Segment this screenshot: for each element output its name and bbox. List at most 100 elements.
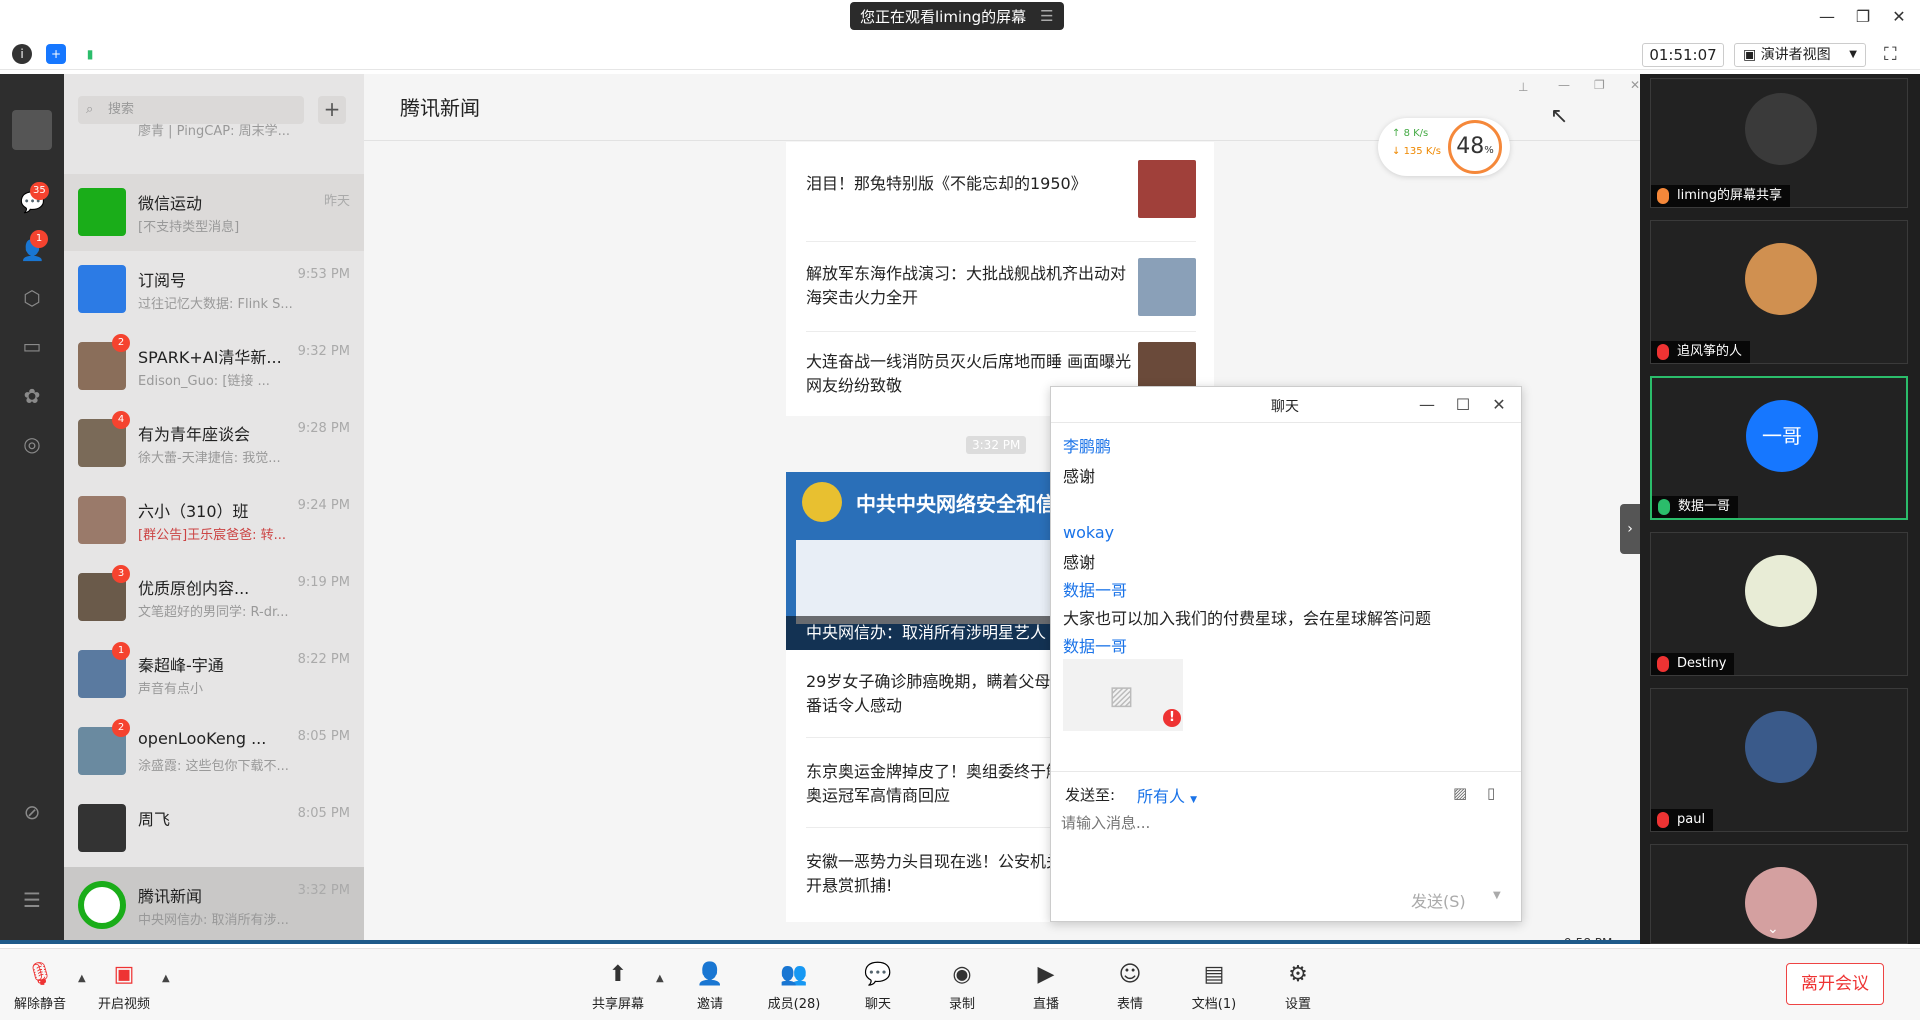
contacts-icon[interactable]: 👤 1 bbox=[20, 230, 48, 262]
avatar bbox=[78, 188, 126, 236]
chat-icon[interactable]: 💬 35 bbox=[20, 182, 49, 214]
minimize-icon[interactable]: — bbox=[1417, 395, 1437, 414]
cube-icon[interactable]: ⬡ bbox=[20, 286, 44, 310]
close-icon[interactable]: ✕ bbox=[1884, 6, 1914, 28]
chat-time: 9:24 PM bbox=[297, 498, 350, 513]
restore-icon[interactable]: ❐ bbox=[1594, 78, 1605, 92]
list-item[interactable]: 廖青 | PingCAP: 周末学... bbox=[64, 118, 364, 142]
list-item[interactable]: 3 优质原创内容... 9:19 PM 文笔超好的男同学: R-dr... bbox=[64, 559, 364, 636]
news-item[interactable]: 解放军东海作战演习：大批战舰战机齐出动对海突击火力全开 bbox=[806, 242, 1196, 332]
view-mode-select[interactable]: ▣ 演讲者视图 ▼ bbox=[1734, 43, 1866, 67]
chevron-down-icon[interactable]: ⌄ bbox=[1767, 921, 1779, 937]
taskbar bbox=[0, 940, 1640, 944]
leave-meeting-button[interactable]: 离开会议 bbox=[1786, 963, 1884, 1005]
list-item[interactable]: 4 有为青年座谈会 9:28 PM 徐大蕾-天津捷信: 我觉... bbox=[64, 405, 364, 482]
participant-tile[interactable]: liming的屏幕共享 bbox=[1650, 78, 1908, 208]
send-button[interactable]: 发送(S) bbox=[1411, 888, 1466, 912]
fullscreen-icon[interactable]: ⛶ bbox=[1884, 44, 1897, 65]
button-label: 解除静音 bbox=[13, 997, 66, 1012]
button-label: 开启视频 bbox=[97, 997, 150, 1012]
upload-speed: ↑ 8 K/s bbox=[1392, 128, 1429, 139]
avatar bbox=[1745, 243, 1817, 315]
chevron-up-icon[interactable]: ▲ bbox=[162, 973, 170, 984]
participant-name: Destiny bbox=[1677, 656, 1727, 671]
share-screen-button[interactable]: ⬆ 共享屏幕 bbox=[578, 961, 658, 1012]
menu-icon[interactable]: ☰ bbox=[20, 888, 44, 912]
participant-name: 追风筝的人 bbox=[1677, 344, 1743, 359]
send-to-value: 所有人 bbox=[1137, 787, 1186, 806]
aperture-icon[interactable]: ◎ bbox=[20, 432, 44, 456]
list-item[interactable]: 2 SPARK+AI清华新... 9:32 PM Edison_Guo: [链接… bbox=[64, 328, 364, 405]
mic-muted-icon bbox=[1657, 344, 1669, 360]
image-placeholder[interactable]: ▨ ! bbox=[1063, 659, 1183, 731]
restore-icon[interactable]: ❐ bbox=[1848, 6, 1878, 28]
chat-time: 8:05 PM bbox=[297, 729, 350, 744]
chat-preview: 过往记忆大数据: Flink S... bbox=[138, 297, 293, 312]
list-item[interactable]: 六小（310）班 9:24 PM [群公告]王乐宸爸爸: 转... bbox=[64, 482, 364, 559]
image-upload-icon[interactable]: ▨ bbox=[1453, 784, 1467, 802]
avatar bbox=[1745, 93, 1817, 165]
record-button[interactable]: ◉ 录制 bbox=[922, 961, 1002, 1012]
news-headline: 泪目！那兔特别版《不能忘却的1950》 bbox=[806, 174, 1087, 193]
live-button[interactable]: ▶ 直播 bbox=[1006, 961, 1086, 1012]
emoji-button[interactable]: ☺ 表情 bbox=[1090, 961, 1170, 1012]
chat-preview: 徐大蕾-天津捷信: 我觉... bbox=[138, 451, 281, 466]
chevron-down-icon[interactable]: ▼ bbox=[1493, 890, 1501, 901]
mic-muted-icon: 🎙 bbox=[26, 962, 54, 987]
close-icon[interactable]: ✕ bbox=[1630, 78, 1640, 92]
participant-tile[interactable]: ⌄ bbox=[1650, 844, 1908, 944]
participant-tile[interactable]: 一哥 数据一哥 bbox=[1650, 376, 1908, 520]
share-screen-icon: ⬆ bbox=[608, 962, 628, 987]
participant-tile[interactable]: paul bbox=[1650, 688, 1908, 832]
chat-preview: 中央网信办: 取消所有涉... bbox=[138, 913, 289, 928]
list-item[interactable]: 微信运动 昨天 [不支持类型消息] bbox=[64, 174, 364, 251]
invite-button[interactable]: 👤 邀请 bbox=[670, 961, 750, 1012]
button-label: 表情 bbox=[1116, 997, 1143, 1012]
chat-name: 秦超峰-宇通 bbox=[138, 656, 224, 675]
chat-name: SPARK+AI清华新... bbox=[138, 348, 282, 367]
folder-icon[interactable]: ▭ bbox=[20, 334, 44, 358]
start-video-button[interactable]: ▣ 开启视频 bbox=[84, 961, 164, 1012]
chat-button[interactable]: 💬 聊天 bbox=[838, 961, 918, 1012]
send-to-select[interactable]: 所有人 ▼ bbox=[1137, 783, 1197, 807]
list-item[interactable]: 1 秦超峰-宇通 8:22 PM 声音有点小 bbox=[64, 636, 364, 713]
message-text: 感谢 bbox=[1063, 467, 1096, 486]
minimize-icon[interactable]: — bbox=[1558, 78, 1570, 92]
members-button[interactable]: 👥 成员(28) bbox=[754, 961, 834, 1012]
close-icon[interactable]: ✕ bbox=[1489, 395, 1509, 414]
list-item[interactable]: 订阅号 9:53 PM 过往记忆大数据: Flink S... bbox=[64, 251, 364, 328]
upload-value: 8 K/s bbox=[1403, 128, 1429, 139]
participant-tile[interactable]: Destiny bbox=[1650, 532, 1908, 676]
participant-tile[interactable]: 追风筝的人 bbox=[1650, 220, 1908, 364]
time-divider: 3:32 PM bbox=[966, 436, 1027, 454]
chat-name: 优质原创内容... bbox=[138, 579, 250, 598]
chat-preview: Edison_Guo: [链接 ... bbox=[138, 374, 270, 389]
avatar bbox=[1745, 555, 1817, 627]
moments-icon[interactable]: ✿ bbox=[20, 384, 44, 408]
list-item[interactable]: 2 openLooKeng ... 8:05 PM 涂盛霞: 这些包你下载不..… bbox=[64, 713, 364, 790]
list-icon[interactable]: ☰ bbox=[1040, 7, 1053, 25]
pin-icon[interactable]: ⊥ bbox=[1518, 80, 1528, 94]
maximize-icon[interactable]: ☐ bbox=[1453, 395, 1473, 414]
chevron-down-icon: ▼ bbox=[1190, 795, 1198, 805]
list-item[interactable]: 腾讯新闻 3:32 PM 中央网信办: 取消所有涉... bbox=[64, 867, 364, 944]
news-item[interactable]: 泪目！那兔特别版《不能忘却的1950》 bbox=[806, 154, 1196, 242]
minimize-icon[interactable]: — bbox=[1812, 6, 1842, 28]
unmute-button[interactable]: 🎙 解除静音 bbox=[0, 961, 80, 1012]
chat-composer: 发送至: 所有人 ▼ ▨ ▯ 发送(S) ▼ bbox=[1051, 771, 1521, 921]
settings-button[interactable]: ⚙ 设置 bbox=[1258, 961, 1338, 1012]
list-item[interactable]: 周飞 8:05 PM bbox=[64, 790, 364, 867]
mic-muted-icon bbox=[1657, 656, 1669, 672]
link-icon[interactable]: ⊘ bbox=[20, 800, 44, 824]
document-button[interactable]: ▤ 文档(1) bbox=[1174, 961, 1254, 1012]
avatar[interactable] bbox=[12, 110, 52, 150]
button-label: 录制 bbox=[948, 997, 975, 1012]
chat-time: 8:05 PM bbox=[297, 806, 350, 821]
message-input[interactable] bbox=[1061, 810, 1511, 836]
collapse-panel-button[interactable]: › bbox=[1620, 504, 1640, 554]
chevron-up-icon[interactable]: ▲ bbox=[656, 973, 664, 984]
signal-icon[interactable]: ▮ bbox=[80, 44, 100, 64]
file-upload-icon[interactable]: ▯ bbox=[1487, 784, 1495, 802]
shield-icon[interactable]: + bbox=[46, 44, 66, 64]
info-icon[interactable]: i bbox=[12, 44, 32, 64]
